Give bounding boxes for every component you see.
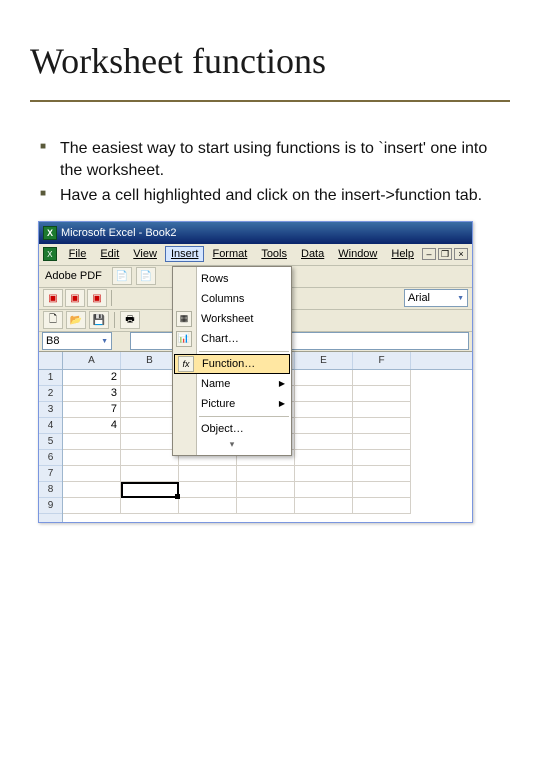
select-all-corner[interactable] [39, 352, 62, 370]
menu-item-picture[interactable]: Picture▶ [173, 394, 291, 414]
chart-icon: 📊 [176, 331, 192, 347]
window-controls: – ❐ × [422, 248, 468, 260]
menu-item-rows[interactable]: Rows [173, 269, 291, 289]
adobe-pdf-label: Adobe PDF [45, 270, 102, 282]
close-button[interactable]: × [454, 248, 468, 260]
menu-item-chart[interactable]: 📊Chart… [173, 329, 291, 349]
menu-help[interactable]: Help [385, 246, 420, 262]
excel-app-icon: X [43, 226, 57, 240]
window-title: Microsoft Excel - Book2 [61, 227, 177, 239]
fx-icon: fx [178, 356, 194, 372]
cell[interactable]: 4 [63, 418, 121, 434]
menu-view[interactable]: View [127, 246, 163, 262]
separator [111, 290, 112, 306]
menu-format[interactable]: Format [206, 246, 253, 262]
menu-tools[interactable]: Tools [255, 246, 293, 262]
pdf-review-icon[interactable]: ▣ [87, 289, 107, 307]
menu-item-object[interactable]: Object… [173, 419, 291, 439]
row-header[interactable]: 6 [39, 450, 62, 466]
pdf-convert-icon[interactable]: ▣ [43, 289, 63, 307]
print-icon[interactable]: 🖶 [120, 311, 140, 329]
menu-item-columns[interactable]: Columns [173, 289, 291, 309]
insert-dropdown-menu: Rows Columns ▦Worksheet 📊Chart… fxFuncti… [172, 266, 292, 456]
menu-item-name[interactable]: Name▶ [173, 374, 291, 394]
separator [114, 312, 115, 328]
menubar: X File Edit View Insert Format Tools Dat… [39, 244, 472, 266]
col-header[interactable]: E [295, 352, 353, 369]
bullet-list: The easiest way to start using functions… [30, 138, 510, 207]
menu-edit[interactable]: Edit [94, 246, 125, 262]
slide-title: Worksheet functions [30, 40, 510, 82]
save-icon[interactable]: 💾 [89, 311, 109, 329]
pdf-email-icon[interactable]: ▣ [65, 289, 85, 307]
bullet-1: The easiest way to start using functions… [40, 138, 510, 181]
row-header[interactable]: 5 [39, 434, 62, 450]
name-box-value: B8 [46, 335, 59, 347]
menu-insert[interactable]: Insert [165, 246, 205, 262]
col-header[interactable]: A [63, 352, 121, 369]
menu-item-worksheet[interactable]: ▦Worksheet [173, 309, 291, 329]
minimize-button[interactable]: – [422, 248, 436, 260]
worksheet-area: 1 2 3 4 5 6 7 8 9 A B C D E [39, 352, 472, 522]
font-name-value: Arial [408, 292, 430, 304]
row-headers: 1 2 3 4 5 6 7 8 9 [39, 352, 63, 522]
worksheet-icon: ▦ [176, 311, 192, 327]
menu-separator [199, 351, 289, 352]
col-header[interactable]: F [353, 352, 411, 369]
title-underline [30, 100, 510, 102]
excel-doc-icon: X [43, 247, 57, 261]
chevron-down-icon: ▼ [101, 338, 108, 345]
open-icon[interactable]: 📂 [66, 311, 86, 329]
row-header[interactable]: 4 [39, 418, 62, 434]
menu-separator [199, 416, 289, 417]
slide: Worksheet functions The easiest way to s… [0, 0, 540, 553]
row-header[interactable]: 3 [39, 402, 62, 418]
cell[interactable]: 3 [63, 386, 121, 402]
titlebar: X Microsoft Excel - Book2 [39, 222, 472, 244]
chevron-down-icon: ▼ [457, 295, 464, 302]
font-name-combo[interactable]: Arial ▼ [404, 289, 468, 307]
pdf-button-2[interactable]: 📄 [136, 267, 156, 285]
excel-window: X Microsoft Excel - Book2 X File Edit Vi… [38, 221, 473, 523]
pdf-button-1[interactable]: 📄 [112, 267, 132, 285]
menu-expand-chevron[interactable]: ▾ [173, 439, 291, 453]
cell[interactable]: 2 [63, 370, 121, 386]
menu-item-function[interactable]: fxFunction… [174, 354, 290, 374]
new-icon[interactable]: 🗋 [43, 311, 63, 329]
row-header[interactable]: 7 [39, 466, 62, 482]
row-header[interactable]: 8 [39, 482, 62, 498]
row-header[interactable]: 1 [39, 370, 62, 386]
menu-window[interactable]: Window [332, 246, 383, 262]
cell[interactable]: 7 [63, 402, 121, 418]
bullet-2: Have a cell highlighted and click on the… [40, 185, 510, 207]
row-header[interactable]: 2 [39, 386, 62, 402]
col-header[interactable]: B [121, 352, 179, 369]
menu-file[interactable]: File [63, 246, 93, 262]
restore-button[interactable]: ❐ [438, 248, 452, 260]
menu-data[interactable]: Data [295, 246, 330, 262]
chevron-right-icon: ▶ [279, 379, 285, 388]
row-header[interactable]: 9 [39, 498, 62, 514]
chevron-right-icon: ▶ [279, 399, 285, 408]
name-box[interactable]: B8 ▼ [42, 332, 112, 350]
